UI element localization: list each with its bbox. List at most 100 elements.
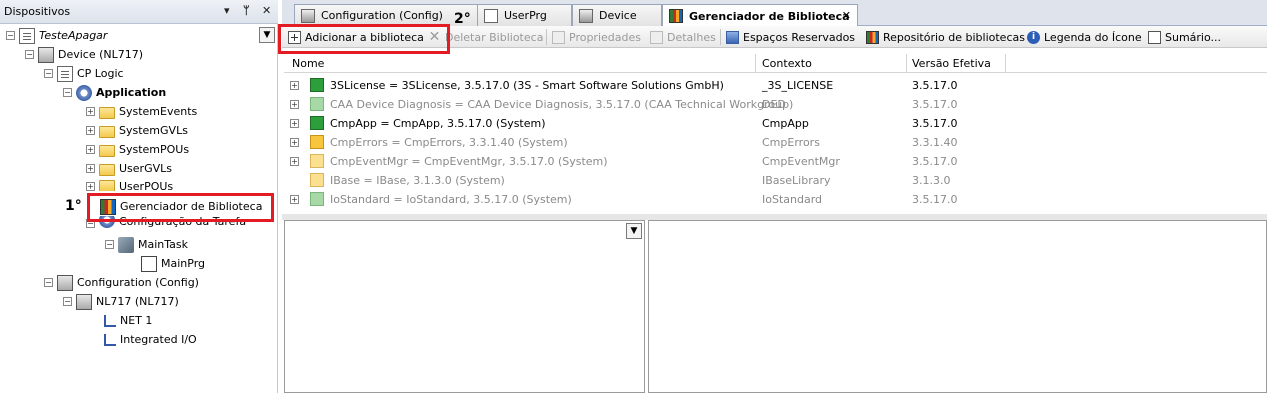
- tree-item-systemgvls[interactable]: + SystemGVLs: [86, 121, 188, 140]
- library-books-icon: [866, 30, 879, 44]
- collapse-icon[interactable]: −: [63, 297, 72, 306]
- library-status-icon: [310, 173, 324, 187]
- io-icon: [104, 333, 116, 346]
- tree-item-net1[interactable]: NET 1: [104, 311, 152, 330]
- close-panel-icon[interactable]: ✕: [262, 4, 271, 17]
- expand-icon[interactable]: +: [290, 157, 299, 166]
- placeholders-button[interactable]: Espaços Reservados: [726, 29, 855, 45]
- tree-item-label: SystemGVLs: [119, 124, 188, 137]
- plc-logic-icon: [57, 65, 73, 82]
- library-status-icon: [310, 154, 324, 168]
- tree-item-nl717[interactable]: − NL717 (NL717): [63, 292, 179, 311]
- column-divider[interactable]: [906, 54, 907, 73]
- column-header-context[interactable]: Contexto: [762, 57, 812, 70]
- folder-icon: [99, 163, 115, 176]
- contents-dropdown-button[interactable]: ▼: [626, 223, 642, 239]
- properties-button[interactable]: Propriedades: [552, 29, 641, 45]
- library-status-icon: [310, 135, 324, 149]
- properties-icon: [552, 30, 565, 44]
- library-name-cell: CmpEventMgr = CmpEventMgr, 3.5.17.0 (Sys…: [330, 155, 608, 168]
- summary-button[interactable]: Sumário...: [1148, 29, 1221, 45]
- tree-item-label: CP Logic: [77, 67, 124, 80]
- tree-item-label: Application: [96, 86, 167, 99]
- tab-label: Device: [599, 9, 637, 22]
- tree-item-configuration[interactable]: − Configuration (Config): [44, 273, 199, 292]
- tree-item-integrated-io[interactable]: Integrated I/O: [104, 330, 197, 349]
- tree-item-mainprg[interactable]: MainPrg: [141, 254, 205, 273]
- tab-configuration[interactable]: Configuration (Config): [294, 4, 479, 26]
- close-tab-icon[interactable]: ✕: [842, 9, 851, 22]
- tree-item-cp-logic[interactable]: − CP Logic: [44, 64, 124, 83]
- icon-legend-button[interactable]: i Legenda do Ícone: [1027, 29, 1142, 45]
- tab-library-manager[interactable]: Gerenciador de Biblioteca ✕: [662, 4, 858, 27]
- tree-item-systempous[interactable]: + SystemPOUs: [86, 140, 189, 159]
- pin-icon[interactable]: ᛘ: [243, 4, 250, 17]
- table-row[interactable]: + CmpEventMgr = CmpEventMgr, 3.5.17.0 (Sy…: [284, 152, 1267, 171]
- details-button[interactable]: Detalhes: [650, 29, 716, 45]
- library-status-icon: [310, 192, 324, 206]
- tree-item-label: SystemEvents: [119, 105, 198, 118]
- collapse-icon[interactable]: −: [105, 240, 114, 249]
- library-contents-tree-pane[interactable]: [284, 220, 645, 393]
- column-divider[interactable]: [755, 54, 756, 73]
- expand-icon[interactable]: +: [86, 107, 95, 116]
- table-row[interactable]: +3SLicense = 3SLicense, 3.5.17.0 (3S - S…: [284, 76, 1267, 95]
- expand-icon[interactable]: +: [86, 164, 95, 173]
- column-header-name[interactable]: Nome: [292, 57, 324, 70]
- devices-panel-header: Dispositivos ▾ ᛘ ✕: [0, 0, 278, 24]
- tree-dropdown-button[interactable]: ▼: [259, 27, 275, 43]
- expand-icon[interactable]: +: [290, 195, 299, 204]
- folder-icon: [99, 180, 115, 191]
- library-context-cell: DED: [762, 98, 786, 111]
- tree-item-label: SystemPOUs: [119, 143, 190, 156]
- expand-icon[interactable]: +: [290, 138, 299, 147]
- table-row[interactable]: IBase = IBase, 3.1.3.0 (System) IBaseLibr…: [284, 171, 1267, 190]
- collapse-icon[interactable]: −: [63, 88, 72, 97]
- expand-icon[interactable]: +: [86, 145, 95, 154]
- tree-item-label: NET 1: [120, 314, 153, 327]
- library-context-cell: CmpApp: [762, 117, 809, 130]
- expand-icon[interactable]: +: [86, 126, 95, 135]
- tab-userprg[interactable]: UserPrg: [477, 4, 572, 26]
- network-icon: [104, 314, 116, 327]
- library-context-cell: IoStandard: [762, 193, 823, 206]
- library-version-cell: 3.1.3.0: [912, 174, 951, 187]
- tree-item-testeapagar[interactable]: − TesteApagar: [6, 26, 107, 45]
- table-row[interactable]: + CmpErrors = CmpErrors, 3.3.1.40 (System…: [284, 133, 1267, 152]
- expand-icon[interactable]: +: [290, 81, 299, 90]
- collapse-icon[interactable]: −: [25, 50, 34, 59]
- library-version-cell: 3.5.17.0: [912, 193, 958, 206]
- tree-item-label: TesteApagar: [39, 29, 108, 42]
- expand-icon[interactable]: +: [290, 100, 299, 109]
- summary-label: Sumário...: [1165, 30, 1222, 44]
- expand-icon[interactable]: +: [290, 119, 299, 128]
- tree-item-application[interactable]: − Application: [63, 83, 166, 102]
- table-row[interactable]: + CAA Device Diagnosis = CAA Device Diagn…: [284, 95, 1267, 114]
- library-name-cell: CmpErrors = CmpErrors, 3.3.1.40 (System): [330, 136, 568, 149]
- table-row[interactable]: + IoStandard = IoStandard, 3.5.17.0 (Syst…: [284, 190, 1267, 209]
- expand-icon[interactable]: +: [86, 182, 95, 191]
- tree-item-label: Configuration (Config): [77, 276, 199, 289]
- collapse-icon[interactable]: −: [6, 31, 15, 40]
- tree-item-device[interactable]: − Device (NL717): [25, 45, 143, 64]
- tree-item-maintask[interactable]: − MainTask: [105, 235, 188, 254]
- panel-menu-icon[interactable]: ▾: [224, 4, 230, 17]
- tab-device[interactable]: Device: [572, 4, 662, 26]
- details-icon: [650, 30, 663, 44]
- library-documentation-pane[interactable]: [648, 220, 1267, 393]
- column-header-version[interactable]: Versão Efetiva: [912, 57, 991, 70]
- pou-icon: [141, 255, 157, 272]
- toolbar-separator: [720, 29, 721, 45]
- library-name-cell: 3SLicense = 3SLicense, 3.5.17.0 (3S - Sm…: [330, 79, 724, 92]
- tree-item-systemevents[interactable]: + SystemEvents: [86, 102, 197, 121]
- tree-item-userpous[interactable]: + UserPOUs: [86, 178, 173, 191]
- tree-item-usergvls[interactable]: + UserGVLs: [86, 159, 172, 178]
- collapse-icon[interactable]: −: [44, 278, 53, 287]
- application-gear-icon: [76, 84, 92, 101]
- table-row[interactable]: + CmpApp = CmpApp, 3.5.17.0 (System) CmpAp…: [284, 114, 1267, 133]
- column-divider[interactable]: [1005, 54, 1006, 73]
- collapse-icon[interactable]: −: [44, 69, 53, 78]
- folder-icon: [99, 144, 115, 157]
- library-repository-button[interactable]: Repositório de bibliotecas: [866, 29, 1025, 45]
- library-status-icon: [310, 97, 324, 111]
